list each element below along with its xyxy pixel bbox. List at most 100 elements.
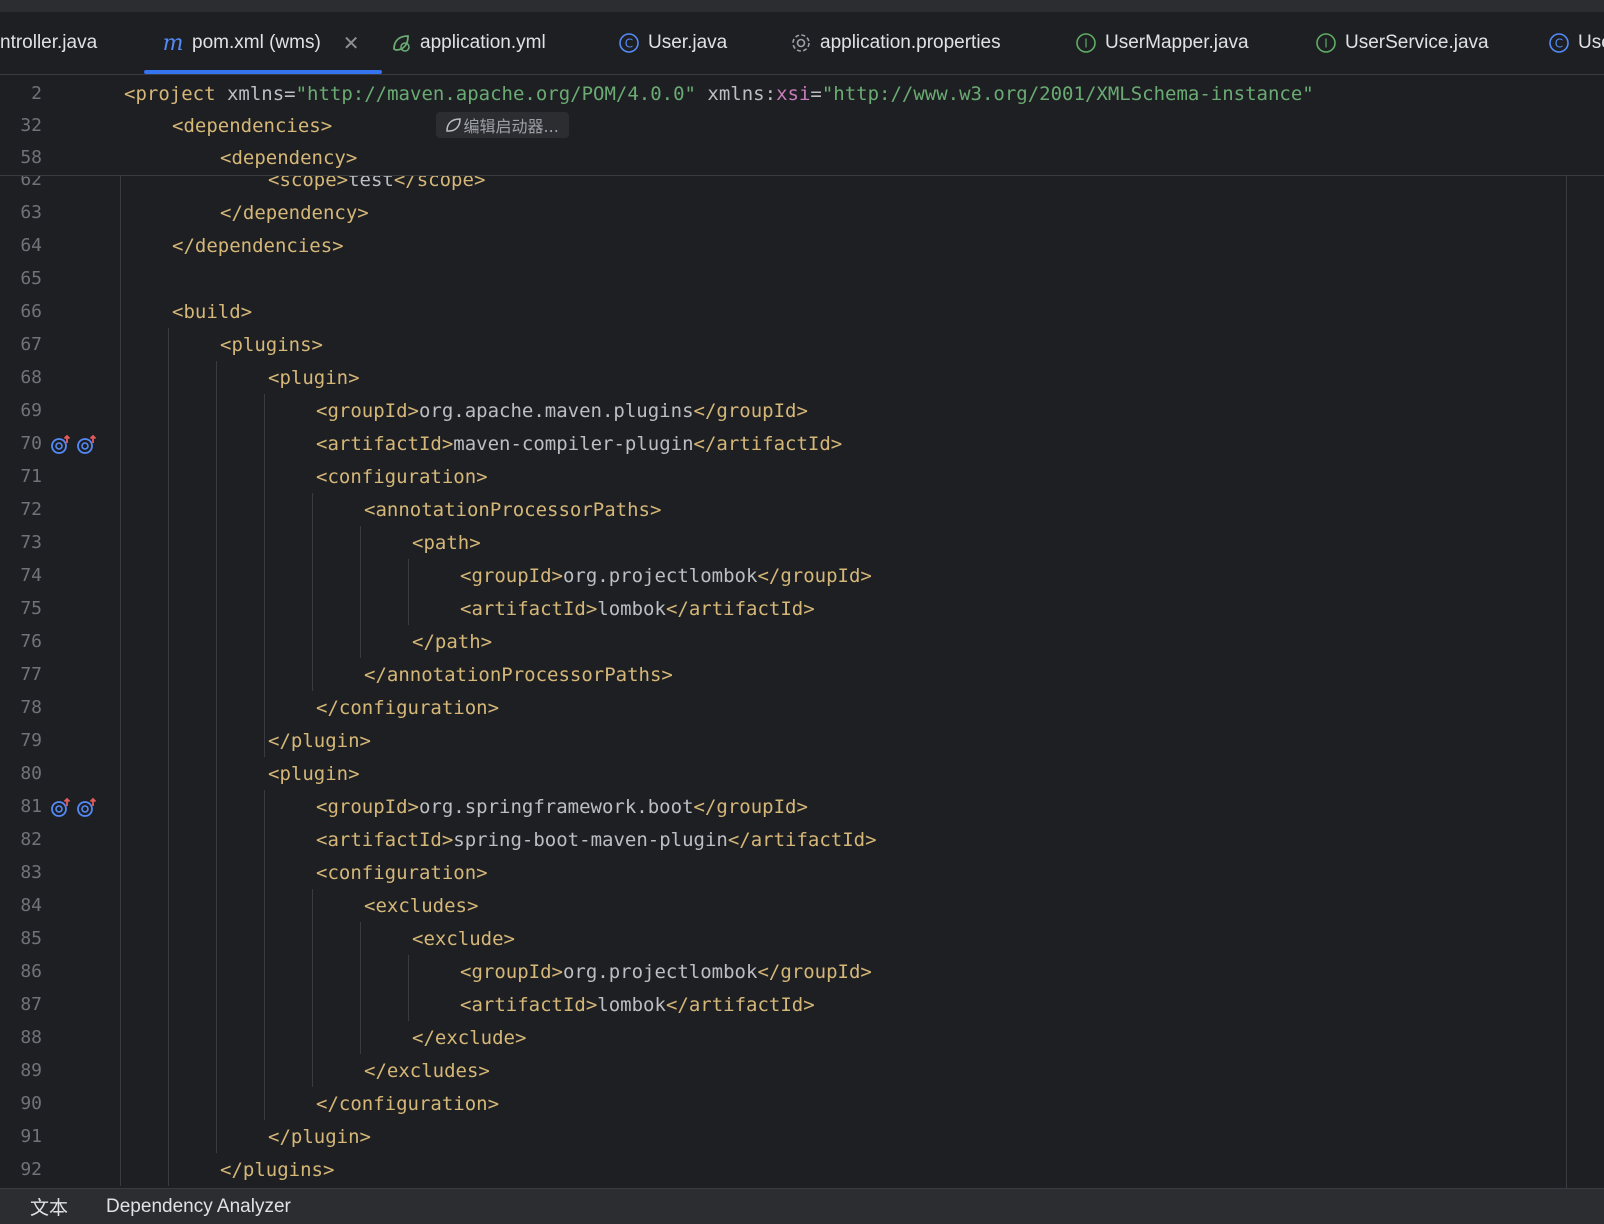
override-up-arrow-icon[interactable]	[76, 433, 98, 455]
tab-application-yml[interactable]: application.yml	[390, 12, 546, 74]
code-line[interactable]: 74 <groupId>org.projectlombok</groupId>	[0, 559, 1604, 592]
override-marker-icons[interactable]	[50, 796, 98, 818]
override-marker-icons[interactable]	[50, 433, 98, 455]
code-text: <configuration>	[316, 861, 488, 884]
code-line[interactable]: 79 </plugin>	[0, 724, 1604, 757]
class-icon: C	[1548, 32, 1570, 54]
code-line[interactable]: 70 <artifactId>maven-compiler-plugin</art…	[0, 427, 1604, 460]
code-line[interactable]: 81 <groupId>org.springframework.boot</gro…	[0, 790, 1604, 823]
line-number: 68	[20, 367, 42, 388]
code-text: <configuration>	[316, 465, 488, 488]
bottom-tool-tabs: 文本 Dependency Analyzer	[0, 1188, 1604, 1224]
line-number: 75	[20, 598, 42, 619]
tab-pom-xml[interactable]: m pom.xml (wms) ✕	[144, 12, 382, 74]
sticky-lines-header: 2 <project xmlns="http://maven.apache.or…	[0, 75, 1604, 176]
interface-icon: I	[1075, 32, 1097, 54]
code-line[interactable]: 85 <exclude>	[0, 922, 1604, 955]
inlay-hint-label: 编辑启动器...	[463, 117, 559, 136]
indent-guide	[312, 889, 313, 1087]
code-line[interactable]: 91 </plugin>	[0, 1120, 1604, 1153]
code-line[interactable]: 66 <build>	[0, 295, 1604, 328]
code-text: <excludes>	[364, 894, 479, 917]
line-number: 32	[20, 115, 42, 136]
code-line[interactable]: 83 <configuration>	[0, 856, 1604, 889]
sticky-line: 32 <dependencies> 编辑启动器...	[0, 109, 1604, 142]
code-line[interactable]: 69 <groupId>org.apache.maven.plugins</gro…	[0, 394, 1604, 427]
code-line[interactable]: 75 <artifactId>lombok</artifactId>	[0, 592, 1604, 625]
line-number: 66	[20, 301, 42, 322]
code-line[interactable]: 73 <path>	[0, 526, 1604, 559]
line-number: 65	[20, 268, 42, 289]
code-text: <dependencies>	[172, 114, 333, 137]
code-text: <plugin>	[268, 366, 360, 389]
svg-text:I: I	[1084, 37, 1088, 51]
code-text: <plugin>	[268, 762, 360, 785]
line-number: 72	[20, 499, 42, 520]
code-line[interactable]: 68 <plugin>	[0, 361, 1604, 394]
code-text: <groupId>org.springframework.boot</group…	[316, 795, 808, 818]
code-text: </annotationProcessorPaths>	[364, 663, 673, 686]
line-number: 82	[20, 829, 42, 850]
indent-guide	[312, 493, 313, 691]
indent-guide	[216, 361, 217, 1153]
code-line[interactable]: 90 </configuration>	[0, 1087, 1604, 1120]
override-up-arrow-icon[interactable]	[50, 796, 72, 818]
code-text: </excludes>	[364, 1059, 490, 1082]
code-text: <groupId>org.projectlombok</groupId>	[460, 564, 872, 587]
code-line[interactable]: 71 <configuration>	[0, 460, 1604, 493]
tab-use-truncated[interactable]: C Use	[1548, 12, 1604, 74]
sticky-line: 58 <dependency>	[0, 141, 1604, 174]
indent-guide	[360, 526, 361, 658]
interface-icon: I	[1315, 32, 1337, 54]
code-editor[interactable]: 2 <project xmlns="http://maven.apache.or…	[0, 75, 1604, 1188]
code-line[interactable]: 82 <artifactId>spring-boot-maven-plugin</…	[0, 823, 1604, 856]
code-text: </dependencies>	[172, 234, 344, 257]
code-text: <path>	[412, 531, 481, 554]
tab-userservice-java[interactable]: I UserService.java	[1315, 12, 1489, 74]
code-text: </plugin>	[268, 1125, 371, 1148]
line-number: 87	[20, 994, 42, 1015]
code-line[interactable]: 65	[0, 262, 1604, 295]
code-line[interactable]: 88 </exclude>	[0, 1021, 1604, 1054]
tab-application-properties[interactable]: application.properties	[790, 12, 1001, 74]
indent-guide	[168, 328, 169, 1186]
tab-text[interactable]: 文本	[30, 1193, 68, 1220]
close-icon[interactable]: ✕	[343, 31, 360, 56]
line-number: 71	[20, 466, 42, 487]
code-text: <groupId>org.projectlombok</groupId>	[460, 960, 872, 983]
override-up-arrow-icon[interactable]	[76, 796, 98, 818]
code-line[interactable]: 76 </path>	[0, 625, 1604, 658]
code-line[interactable]: 87 <artifactId>lombok</artifactId>	[0, 988, 1604, 1021]
line-number: 86	[20, 961, 42, 982]
svg-text:I: I	[1324, 37, 1328, 51]
line-number: 83	[20, 862, 42, 883]
code-line[interactable]: 72 <annotationProcessorPaths>	[0, 493, 1604, 526]
code-line[interactable]: 67 <plugins>	[0, 328, 1604, 361]
line-number: 2	[31, 83, 42, 104]
code-text: </path>	[412, 630, 493, 653]
override-up-arrow-icon[interactable]	[50, 433, 72, 455]
code-line[interactable]: 78 </configuration>	[0, 691, 1604, 724]
line-number: 69	[20, 400, 42, 421]
code-line[interactable]: 80 <plugin>	[0, 757, 1604, 790]
code-line[interactable]: 64 </dependencies>	[0, 229, 1604, 262]
code-line[interactable]: 86 <groupId>org.projectlombok</groupId>	[0, 955, 1604, 988]
tab-label: User.java	[648, 32, 728, 53]
tab-label: UserMapper.java	[1105, 32, 1249, 53]
code-text: <artifactId>lombok</artifactId>	[460, 993, 815, 1016]
code-text: </dependency>	[220, 201, 369, 224]
tab-user-java[interactable]: C User.java	[618, 12, 727, 74]
indent-guide	[408, 955, 409, 1021]
code-text: <exclude>	[412, 927, 515, 950]
code-text: </configuration>	[316, 696, 500, 719]
code-line[interactable]: 63 </dependency>	[0, 196, 1604, 229]
code-line[interactable]: 89 </excludes>	[0, 1054, 1604, 1087]
svg-text:C: C	[1555, 37, 1563, 51]
code-line[interactable]: 84 <excludes>	[0, 889, 1604, 922]
class-icon: C	[618, 32, 640, 54]
code-line[interactable]: 77 </annotationProcessorPaths>	[0, 658, 1604, 691]
tab-usermapper-java[interactable]: I UserMapper.java	[1075, 12, 1249, 74]
tab-controller-java[interactable]: ntroller.java	[0, 12, 97, 74]
code-line[interactable]: 92 </plugins>	[0, 1153, 1604, 1186]
tab-dependency-analyzer[interactable]: Dependency Analyzer	[106, 1196, 291, 1218]
